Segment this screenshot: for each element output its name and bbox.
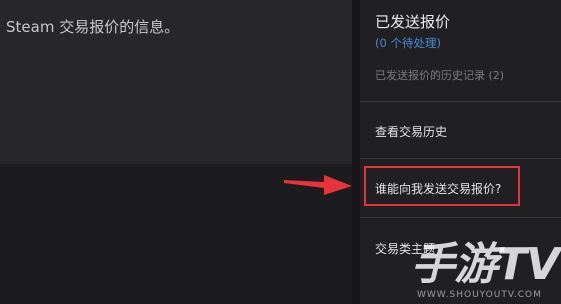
sidebar-divider: [360, 158, 561, 159]
highlight-box: [364, 166, 520, 206]
view-trade-history-link[interactable]: 查看交易历史: [375, 123, 447, 140]
watermark-url: WWW.SHOUYOUTV.COM: [417, 290, 542, 300]
column-divider: [352, 0, 360, 304]
red-arrow-icon: [284, 175, 352, 195]
watermark-logo: 手游TV: [411, 239, 560, 290]
sent-offers-title[interactable]: 已发送报价: [375, 11, 450, 32]
sidebar-divider: [360, 217, 561, 218]
main-content-panel: Steam 交易报价的信息。: [0, 0, 352, 164]
description-text: Steam 交易报价的信息。: [6, 18, 180, 36]
pending-count-link[interactable]: (0 个待处理): [375, 35, 441, 51]
sidebar-divider: [360, 101, 561, 102]
sent-offers-history-link[interactable]: 已发送报价的历史记录 (2): [375, 67, 504, 83]
